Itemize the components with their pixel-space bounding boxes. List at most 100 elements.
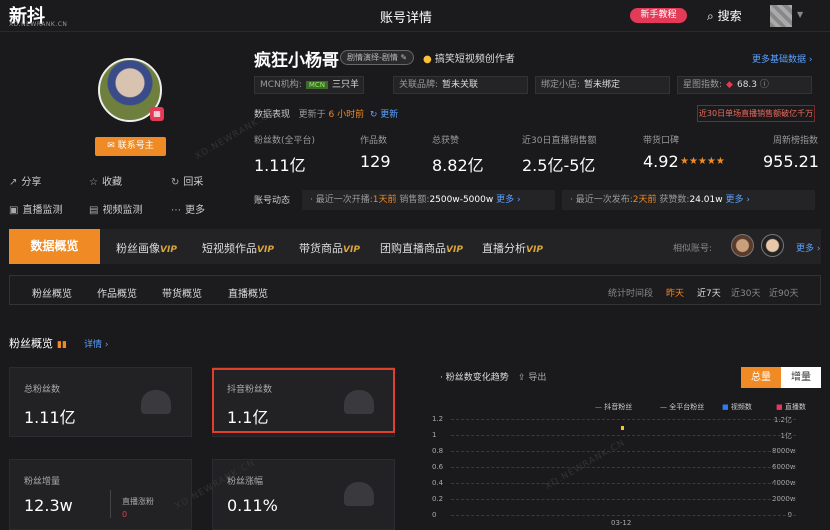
info-icon[interactable]: ⓘ	[760, 80, 769, 90]
post-dynamics: · 最近一次发布:2天前 获赞数:24.01w 更多 ›	[562, 190, 815, 210]
grid-line	[451, 451, 796, 452]
bars-icon: ▮▮	[57, 340, 67, 350]
mcn-info: MCN机构: MCN 三只羊	[254, 76, 364, 94]
growth-chart-icon	[344, 482, 374, 506]
account-name: 疯狂小杨哥	[254, 51, 339, 71]
similar-accounts-label: 相似账号:	[673, 244, 713, 254]
subtab-live[interactable]: 直播概览	[228, 285, 268, 300]
tab-short-videos[interactable]: 短视频作品VIP	[202, 240, 274, 256]
grid-line	[451, 483, 796, 484]
export-icon: ⇪	[518, 373, 526, 383]
live-monitor-button[interactable]: ▣ 直播监测	[9, 201, 62, 216]
stat-label: 粉丝数(全平台)	[254, 136, 316, 146]
category-tag[interactable]: 剧情演绎-剧情 ✎	[340, 50, 415, 65]
qrcode-icon[interactable]: ▦	[150, 107, 164, 121]
live-dynamics: · 最近一次开播:1天前 销售额:2500w-5000w 更多 ›	[302, 190, 555, 210]
stat-value: 8.82亿	[432, 156, 484, 175]
share-button[interactable]: ↗ 分享	[9, 173, 41, 188]
y-right-tick-label: 1亿	[780, 432, 792, 440]
x-tick-label: 03-12	[611, 519, 632, 527]
stat-value: 955.21	[763, 152, 819, 171]
shop-info: 绑定小店: 暂未绑定	[535, 76, 670, 94]
legend-item[interactable]: ■ 直播数	[776, 402, 806, 412]
more-icon: ⋯	[171, 205, 181, 216]
logo-subtitle: XD.NEWRANK.CN	[9, 21, 68, 28]
subtab-fans[interactable]: 粉丝概览	[32, 285, 72, 300]
share-icon: ↗	[9, 177, 18, 188]
stat-label: 总获赞	[432, 136, 460, 146]
data-point	[621, 426, 624, 430]
y-left-tick-label: 1.2	[432, 415, 444, 423]
toggle-total[interactable]: 总量	[741, 367, 781, 388]
grid-line	[451, 499, 796, 500]
stat-value: 2.5亿-5亿	[522, 156, 596, 175]
stat-value: 1.11亿	[254, 156, 306, 175]
user-avatar[interactable]	[770, 5, 792, 27]
stat-label: 周新榜指数	[773, 136, 819, 146]
search-button[interactable]: ⌕ 搜索	[707, 7, 742, 24]
tutorial-button[interactable]: 新手教程	[630, 8, 687, 23]
live-icon: ▣	[9, 205, 19, 216]
legend-item[interactable]: ■ 视频数	[722, 402, 752, 412]
similar-more-link[interactable]: 更多 ›	[796, 241, 820, 254]
similar-account-avatar[interactable]	[731, 234, 754, 257]
detail-link[interactable]: 详情 ›	[84, 337, 108, 350]
stat-value: 4.92	[643, 152, 679, 171]
y-left-tick-label: 1	[432, 431, 437, 439]
grid-line	[451, 419, 796, 420]
tab-fan-profile[interactable]: 粉丝画像VIP	[116, 240, 177, 256]
more-actions-button[interactable]: ⋯ 更多	[171, 201, 205, 216]
tab-data-overview[interactable]: 数据概览	[9, 229, 100, 264]
post-more-link[interactable]: 更多 ›	[725, 195, 749, 205]
period-yesterday[interactable]: 昨天	[666, 286, 684, 299]
y-left-tick-label: 0.2	[432, 495, 444, 503]
rating-stars: ★★★★★	[680, 156, 725, 167]
contact-owner-button[interactable]: ✉ 联系号主	[95, 137, 166, 156]
grid-line	[451, 515, 796, 516]
refresh-icon: ↻	[171, 177, 180, 188]
update-button[interactable]: ↻ 更新	[370, 110, 398, 120]
live-more-link[interactable]: 更多 ›	[496, 195, 520, 205]
badge-icon: ●	[423, 54, 432, 65]
video-icon: ▤	[89, 205, 99, 216]
dynamics-label: 账号动态	[254, 196, 291, 206]
recollect-button[interactable]: ↻ 回采	[171, 173, 203, 188]
page-title: 账号详情	[380, 11, 433, 26]
period-90d[interactable]: 近90天	[769, 286, 798, 299]
period-30d[interactable]: 近30天	[731, 286, 760, 299]
more-basic-data-link[interactable]: 更多基础数据 ›	[752, 52, 812, 65]
sales-warning-badge[interactable]: 近30日单场直播销售额破亿千万	[697, 105, 815, 122]
xingtu-icon: ◆	[726, 80, 733, 90]
tab-group-live-products[interactable]: 团购直播商品VIP	[380, 240, 463, 256]
fans-growth-card: 粉丝增量 12.3w 直播涨粉 0	[9, 459, 192, 530]
period-label: 统计时间段	[608, 289, 654, 299]
highlight-box	[212, 368, 395, 433]
creator-label: ● 搞笑短视频创作者	[423, 54, 515, 65]
chart-title: · 粉丝数变化趋势	[440, 373, 509, 383]
similar-account-avatar[interactable]	[761, 234, 784, 257]
period-7d[interactable]: 近7天	[697, 286, 721, 299]
subtab-sales[interactable]: 带货概览	[162, 285, 202, 300]
stat-label: 带货口碑	[643, 136, 680, 146]
toggle-increment[interactable]: 增量	[781, 367, 821, 388]
chevron-down-icon[interactable]: ▼	[797, 10, 803, 19]
tab-live-analysis[interactable]: 直播分析VIP	[482, 240, 543, 256]
stat-label: 作品数	[360, 136, 388, 146]
grid-line	[451, 435, 796, 436]
favorite-button[interactable]: ☆ 收藏	[89, 173, 122, 188]
section-title: 粉丝概览 ▮▮	[9, 337, 67, 350]
y-left-tick-label: 0.4	[432, 479, 444, 487]
mcn-badge: MCN	[305, 81, 328, 89]
subtab-works[interactable]: 作品概览	[97, 285, 137, 300]
total-fans-card: 总粉丝数 1.11亿	[9, 367, 192, 437]
star-icon: ☆	[89, 177, 98, 188]
legend-item[interactable]: — 抖音粉丝	[595, 402, 632, 412]
legend-item[interactable]: — 全平台粉丝	[660, 402, 704, 412]
grid-line	[451, 467, 796, 468]
divider	[110, 490, 111, 518]
y-right-tick-label: 1.2亿	[773, 416, 792, 424]
tab-products[interactable]: 带货商品VIP	[299, 240, 360, 256]
video-monitor-button[interactable]: ▤ 视频监测	[89, 201, 142, 216]
export-button[interactable]: ⇪ 导出	[518, 370, 546, 383]
stat-label: 近30日直播销售额	[522, 136, 597, 146]
